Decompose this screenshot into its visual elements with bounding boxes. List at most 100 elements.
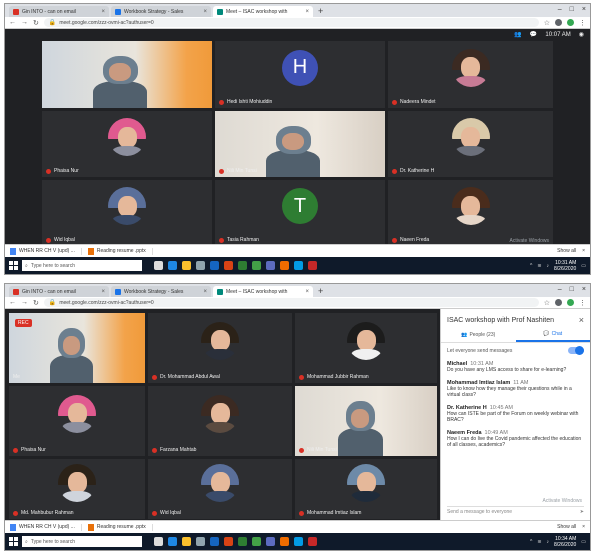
participant-tile[interactable]	[42, 41, 212, 108]
send-icon[interactable]: ➤	[580, 509, 584, 515]
participant-tile[interactable]: Dr. Mohammad Abdul Awal	[148, 313, 292, 383]
zoom-icon[interactable]	[294, 261, 303, 270]
participant-tile[interactable]: Md. Mahbubur Rahman	[9, 459, 145, 519]
browser-tab-active[interactable]: Meet – ISAC workshop with ×	[213, 286, 313, 297]
participant-tile-speaking[interactable]: Nili Min Tunsi	[215, 111, 385, 177]
tab-people[interactable]: 👥 People (23)	[441, 328, 516, 342]
back-icon[interactable]: ←	[9, 299, 16, 306]
participant-tile[interactable]: Nadeera Mindet	[388, 41, 553, 108]
excel-icon[interactable]	[238, 261, 247, 270]
chevron-up-icon[interactable]: ^	[530, 263, 532, 269]
windows-start-icon[interactable]	[9, 261, 18, 270]
participant-tile[interactable]: Phaisa Nur	[9, 386, 145, 456]
browser-tab[interactable]: Gin INTO - can on email ×	[9, 6, 109, 17]
close-window-icon[interactable]: ×	[582, 286, 586, 293]
show-all-button[interactable]: Show all	[557, 248, 576, 254]
close-icon[interactable]: ×	[101, 289, 105, 295]
download-item[interactable]: Reading resume .pptx	[87, 523, 153, 531]
teams-icon[interactable]	[266, 261, 275, 270]
wifi-icon[interactable]: ≋	[537, 539, 541, 545]
browser-tab[interactable]: Workbook Strategy - Sales ×	[111, 6, 211, 17]
url-field[interactable]: 🔒 meet.google.com/zzz-ovmi-ac?authuser=0	[43, 298, 539, 307]
download-item[interactable]: WHEN RR CH V (upd) ...	[10, 523, 82, 531]
close-window-icon[interactable]: ×	[582, 6, 586, 13]
wifi-icon[interactable]: ≋	[537, 263, 541, 269]
excel-icon[interactable]	[238, 537, 247, 546]
powerpoint-icon[interactable]	[224, 537, 233, 546]
notification-icon[interactable]: ▭	[581, 539, 586, 545]
menu-icon[interactable]: ⋮	[579, 19, 586, 27]
volume-icon[interactable]: ♪	[547, 539, 550, 545]
maximize-icon[interactable]: □	[570, 286, 574, 293]
participant-tile[interactable]: Farzana Mahtab	[148, 386, 292, 456]
close-icon[interactable]: ×	[582, 248, 585, 254]
taskbar-search[interactable]: ⌕ Type here to search	[22, 260, 142, 271]
chrome-icon[interactable]	[252, 537, 261, 546]
taskbar-clock[interactable]: 10:31 AM 8/26/2020	[554, 260, 576, 272]
participant-tile[interactable]: Mohammad Imtiaz Islam	[295, 459, 437, 519]
edge-icon[interactable]	[168, 261, 177, 270]
taskbar-clock[interactable]: 10:34 AM 8/26/2020	[554, 536, 576, 548]
store-icon[interactable]	[196, 261, 205, 270]
minimize-icon[interactable]: –	[558, 6, 562, 13]
chrome-icon[interactable]	[252, 261, 261, 270]
participant-tile[interactable]: Naeen Freda Activate Windows	[388, 180, 553, 246]
avatar[interactable]	[567, 19, 574, 26]
browser-tab[interactable]: Workbook Strategy - Sales ×	[111, 286, 211, 297]
close-icon[interactable]: ×	[305, 9, 309, 15]
chevron-up-icon[interactable]: ^	[530, 539, 532, 545]
close-icon[interactable]: ×	[579, 315, 584, 325]
star-icon[interactable]: ☆	[544, 19, 550, 27]
close-icon[interactable]: ×	[101, 9, 105, 15]
forward-icon[interactable]: →	[21, 19, 28, 26]
participant-tile[interactable]: H Hedi Ishti Mohiuddin	[215, 41, 385, 108]
chat-input[interactable]: Send a message to everyone	[447, 509, 512, 515]
edge-icon[interactable]	[168, 537, 177, 546]
participant-tile[interactable]: Wid Iqbal	[148, 459, 292, 519]
back-icon[interactable]: ←	[9, 19, 16, 26]
download-item[interactable]: WHEN RR CH V (upd) ...	[10, 247, 82, 255]
participant-tile[interactable]: Wid Iqbal	[42, 180, 212, 246]
account-icon[interactable]: ◉	[579, 31, 584, 38]
close-icon[interactable]: ×	[203, 9, 207, 15]
close-icon[interactable]: ×	[305, 289, 309, 295]
volume-icon[interactable]: ♪	[547, 263, 550, 269]
participant-tile[interactable]: Mohammad Jubbir Rahman	[295, 313, 437, 383]
acrobat-icon[interactable]	[308, 537, 317, 546]
acrobat-icon[interactable]	[308, 261, 317, 270]
close-icon[interactable]: ×	[582, 524, 585, 530]
download-item[interactable]: Reading resume .pptx	[87, 247, 153, 255]
browser-tab[interactable]: Gin INTO - can on email ×	[9, 286, 109, 297]
folder-icon[interactable]	[182, 261, 191, 270]
taskbar-search[interactable]: ⌕ Type here to search	[22, 536, 142, 547]
task-view-icon[interactable]	[154, 537, 163, 546]
folder-icon[interactable]	[182, 537, 191, 546]
star-icon[interactable]: ☆	[544, 299, 550, 307]
vlc-icon[interactable]	[280, 261, 289, 270]
participant-tile[interactable]: T Tasia Rahman	[215, 180, 385, 246]
forward-icon[interactable]: →	[21, 299, 28, 306]
new-tab-button[interactable]: +	[318, 286, 323, 297]
participant-tile[interactable]: Phaisa Nur	[42, 111, 212, 177]
new-tab-button[interactable]: +	[318, 6, 323, 17]
word-icon[interactable]	[210, 261, 219, 270]
windows-start-icon[interactable]	[9, 537, 18, 546]
zoom-icon[interactable]	[294, 537, 303, 546]
tab-chat[interactable]: 💬 Chat	[515, 328, 590, 342]
menu-icon[interactable]: ⋮	[579, 299, 586, 307]
reload-icon[interactable]: ↻	[33, 19, 39, 27]
reload-icon[interactable]: ↻	[33, 299, 39, 307]
powerpoint-icon[interactable]	[224, 261, 233, 270]
teams-icon[interactable]	[266, 537, 275, 546]
close-icon[interactable]: ×	[203, 289, 207, 295]
task-view-icon[interactable]	[154, 261, 163, 270]
people-icon[interactable]: 👥	[514, 31, 521, 38]
browser-tab-active[interactable]: Meet – ISAC workshop with ×	[213, 6, 313, 17]
extension-icon[interactable]	[555, 299, 562, 306]
notification-icon[interactable]: ▭	[581, 263, 586, 269]
extension-icon[interactable]	[555, 19, 562, 26]
chat-composer[interactable]: Send a message to everyone ➤	[447, 506, 584, 516]
word-icon[interactable]	[210, 537, 219, 546]
participant-tile-speaking[interactable]: Nili Min Tunsi	[295, 386, 437, 456]
store-icon[interactable]	[196, 537, 205, 546]
